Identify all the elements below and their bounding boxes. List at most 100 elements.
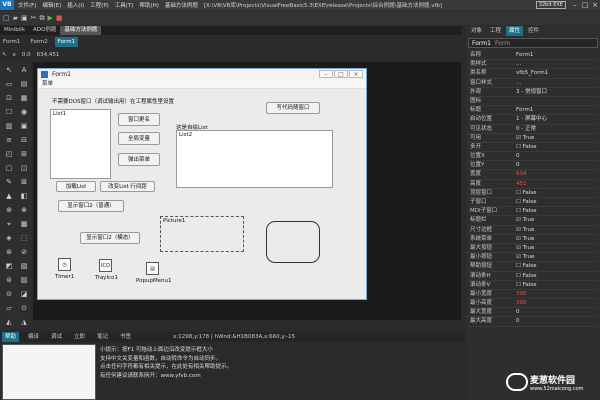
property-value[interactable]: ... (514, 79, 598, 87)
property-row[interactable]: 可用 ☑ True (468, 134, 598, 143)
run-icon[interactable]: ▶ (48, 14, 53, 22)
tool-menu-icon[interactable]: ⊗ (17, 204, 31, 217)
copy-icon[interactable]: ⧉ (40, 14, 45, 23)
tool-progress-icon[interactable]: ▲ (2, 190, 16, 203)
tool-list-icon[interactable]: ▤ (17, 78, 31, 91)
property-row[interactable]: 最大按钮 ☑ True (468, 244, 598, 254)
show-form2-button[interactable]: 显示窗口2（普通） (58, 200, 124, 212)
tool-treeview-icon[interactable]: ▩ (17, 218, 31, 231)
menu-tools[interactable]: 工具(T) (115, 1, 134, 9)
property-row[interactable]: 标题 Form1 (468, 106, 598, 116)
tool-clock-icon[interactable]: ⊙ (17, 302, 31, 315)
tool-tab-icon[interactable]: ⊠ (17, 176, 31, 189)
tool-updown-icon[interactable]: ⬚ (17, 232, 31, 245)
property-value[interactable]: 0 (514, 317, 598, 325)
cut-icon[interactable]: ✂ (31, 14, 37, 22)
property-value[interactable]: ☑ True (514, 235, 598, 243)
tool-richtext-icon[interactable]: ◩ (2, 260, 16, 273)
property-value[interactable]: ☐ False (514, 262, 598, 270)
build-badge[interactable]: 32bit EXE (535, 1, 566, 9)
property-value[interactable]: vfb5_Form1 (514, 69, 598, 77)
property-row[interactable]: 子窗口 ☐ False (468, 198, 598, 208)
tab-controls[interactable]: 控件 (525, 26, 542, 36)
tool-button-icon[interactable]: ⊡ (2, 92, 16, 105)
tool-combo-icon[interactable]: ≡ (2, 134, 16, 147)
property-value[interactable]: ☑ True (514, 216, 598, 224)
property-row[interactable]: 多开 ☐ False (468, 143, 598, 153)
stop-icon[interactable]: ■ (56, 14, 63, 22)
property-row[interactable]: 类样式... (468, 60, 598, 70)
property-value[interactable]: ☑ True (514, 253, 598, 261)
tool-frame-icon[interactable]: ▥ (2, 120, 16, 133)
property-value[interactable]: 451 (514, 180, 598, 188)
property-row[interactable]: 标题栏 ☑ True (468, 216, 598, 226)
property-row[interactable]: 可见状态 0 - 正常 (468, 125, 598, 134)
maximize-icon[interactable]: □ (580, 1, 590, 9)
property-row[interactable]: 最大高度 0 (468, 317, 598, 327)
menu-insert[interactable]: 插入(I) (67, 1, 84, 9)
tool-ip-icon[interactable]: ⊜ (2, 274, 16, 287)
tool-textbox-icon[interactable]: ▭ (2, 78, 16, 91)
property-value[interactable]: 300 (514, 299, 598, 307)
property-value[interactable]: ☐ False (514, 189, 598, 197)
tool-picture-icon[interactable]: ▣ (17, 120, 31, 133)
property-value[interactable]: ☐ False (514, 207, 598, 215)
tab-ado[interactable]: ADO例题 (29, 26, 60, 35)
tool-radio-icon[interactable]: ◉ (17, 106, 31, 119)
save-icon[interactable]: ▣ (21, 14, 28, 22)
tab-project[interactable]: 工程 (487, 26, 504, 36)
list1[interactable]: List1 (50, 109, 111, 179)
tab-form1-active[interactable]: Form1 (54, 37, 79, 47)
property-value[interactable]: Form1 (514, 51, 598, 59)
form-close-icon[interactable]: × (349, 70, 363, 78)
tab-minibilk[interactable]: Minibilk (0, 26, 29, 35)
property-row[interactable]: 图标 (468, 97, 598, 107)
property-row[interactable]: 窗口样式... (468, 79, 598, 88)
tab-basic-methods[interactable]: 基础方法例题 (60, 26, 102, 35)
help-preview[interactable] (2, 344, 96, 400)
menu-edit[interactable]: 编辑(E) (42, 1, 61, 9)
label-dos-hint[interactable]: 不需要DOS窗口（调试输出用）在工程属性里设置 (52, 97, 174, 105)
property-value[interactable]: ☐ False (514, 272, 598, 280)
load-list-button[interactable]: 加载List (56, 181, 96, 192)
property-value[interactable]: 1 - 屏幕中心 (514, 115, 598, 123)
form-minimize-icon[interactable]: – (319, 70, 333, 78)
property-row[interactable]: 类名称 vfb5_Form1 (468, 69, 598, 79)
property-value[interactable]: 0 (514, 308, 598, 316)
tab-objects[interactable]: 对象 (468, 26, 485, 36)
property-row[interactable]: 外观 3 - 常规窗口 (468, 88, 598, 97)
menu-file[interactable]: 文件(F) (18, 1, 36, 9)
property-row[interactable]: 名称 Form1 (468, 51, 598, 61)
property-value[interactable]: ☐ False (514, 198, 598, 206)
property-value[interactable]: 3 - 常规窗口 (514, 88, 598, 96)
tool-animate-icon[interactable]: ◪ (17, 288, 31, 301)
object-selector[interactable]: Form1 Form (468, 38, 598, 48)
write-code-button[interactable]: 写代码随窗口 (266, 102, 320, 114)
property-row[interactable]: 位置Y 0 (468, 161, 598, 171)
property-value[interactable]: ☐ False (514, 143, 598, 151)
property-row[interactable]: 最小按钮 ☑ True (468, 253, 598, 263)
tool-target-icon[interactable]: ⌖ (2, 218, 16, 231)
tab-bookmarks[interactable]: 书签 (117, 332, 134, 342)
property-row[interactable]: 高度 451 (468, 180, 598, 189)
property-value[interactable]: 0 (514, 161, 598, 169)
property-value[interactable]: 0 (514, 152, 598, 160)
popup-menu-icon[interactable]: ▤ (146, 262, 159, 275)
tab-compile[interactable]: 编译 (25, 332, 42, 342)
new-icon[interactable]: ▢ (3, 14, 10, 22)
tool-ocx-icon[interactable]: ⊛ (2, 246, 16, 259)
popup-menu-button[interactable]: 弹出菜单 (118, 153, 160, 166)
property-row[interactable]: 宽度 634 (468, 170, 598, 180)
tab-properties[interactable]: 属性 (506, 26, 524, 36)
tool-shape-icon[interactable]: ◫ (17, 162, 31, 175)
tab-immediate[interactable]: 立即 (71, 332, 88, 342)
property-value[interactable]: ☐ False (514, 281, 598, 289)
property-row[interactable]: 滚动条V ☐ False (468, 281, 598, 290)
property-row[interactable]: 位置X 0 (468, 152, 598, 162)
tool-calendar-icon[interactable]: ⊘ (17, 246, 31, 259)
property-value[interactable]: ☑ True (514, 244, 598, 252)
tool-checkbox-icon[interactable]: ☐ (2, 106, 16, 119)
designer-form[interactable]: Form1 – □ × 菜单 不需要DOS窗口（调试输出用）在工程属性里设置 L… (37, 68, 367, 300)
tool-vscroll-icon[interactable]: ◰ (2, 148, 16, 161)
property-row[interactable]: 最小宽度 300 (468, 290, 598, 300)
